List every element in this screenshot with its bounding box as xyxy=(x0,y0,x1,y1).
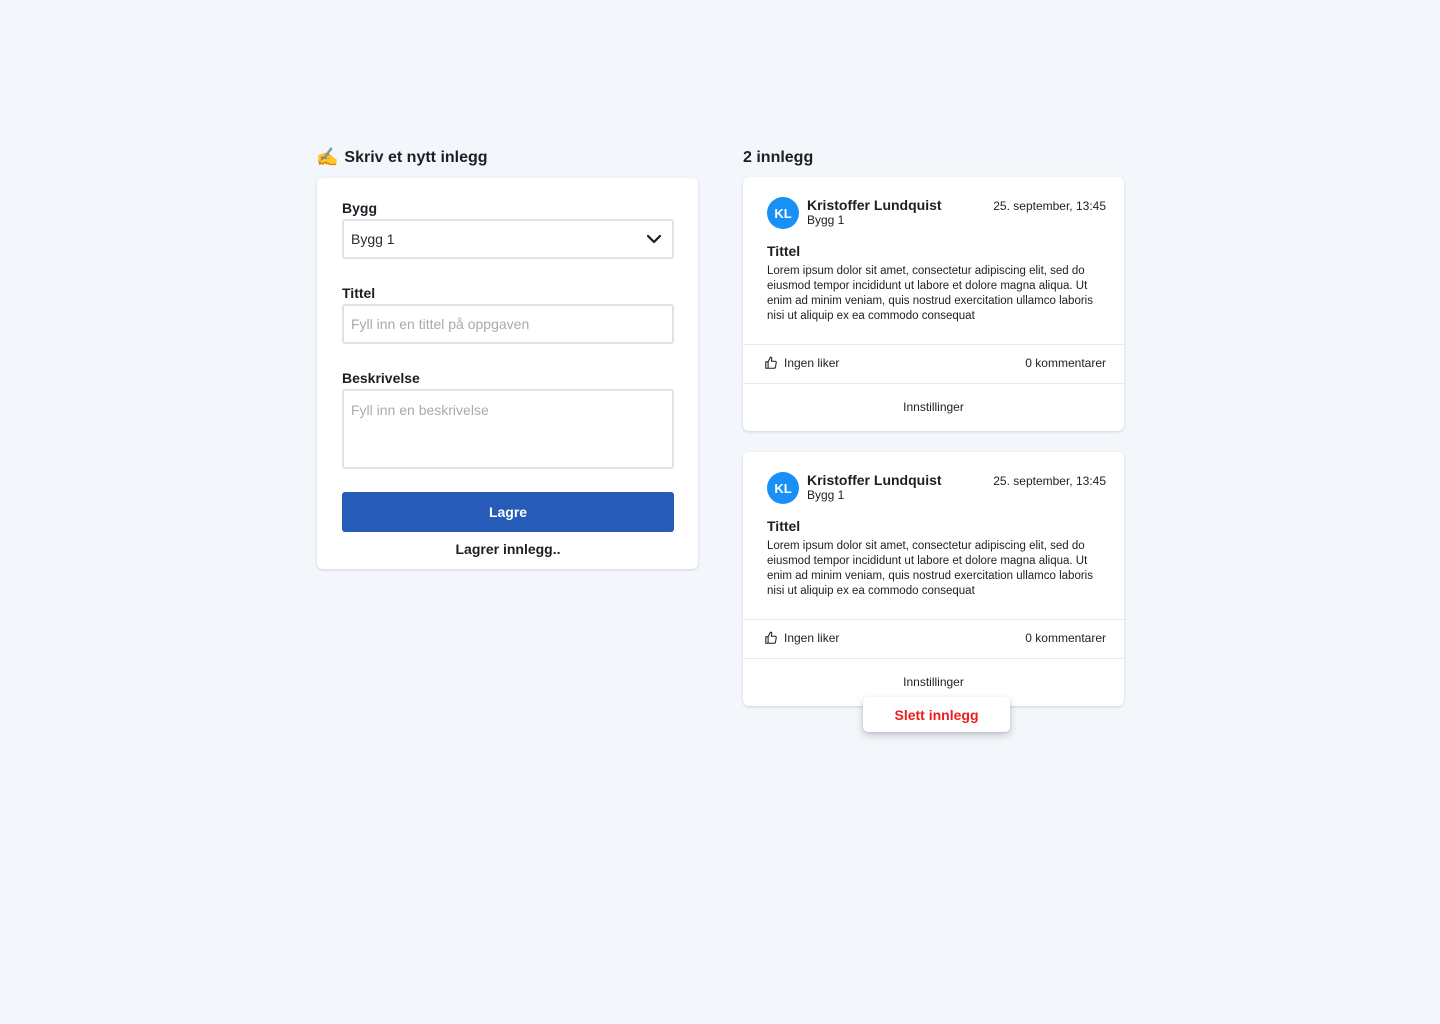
description-label: Beskrivelse xyxy=(342,370,420,386)
settings-button[interactable]: Innstillinger xyxy=(743,383,1124,431)
building-select-value: Bygg 1 xyxy=(351,231,395,247)
post-author: Kristoffer Lundquist xyxy=(807,197,942,213)
description-textarea[interactable] xyxy=(342,389,674,469)
like-button[interactable]: Ingen liker xyxy=(764,631,839,645)
post-author: Kristoffer Lundquist xyxy=(807,472,942,488)
title-input[interactable] xyxy=(342,304,674,344)
post-body: Lorem ipsum dolor sit amet, consectetur … xyxy=(767,540,1093,597)
chevron-down-icon xyxy=(646,234,662,244)
post-building: Bygg 1 xyxy=(807,213,845,227)
avatar: KL xyxy=(767,472,799,504)
title-label: Tittel xyxy=(342,285,376,301)
divider xyxy=(743,619,1124,620)
thumbs-up-icon xyxy=(765,631,777,644)
save-button[interactable]: Lagre xyxy=(342,492,674,532)
post-title: Tittel xyxy=(767,518,801,534)
building-select[interactable]: Bygg 1 xyxy=(342,219,674,259)
writing-hand-icon: ✍️ xyxy=(316,147,339,168)
form-heading: ✍️ Skriv et nytt inlegg xyxy=(316,149,488,167)
saving-status: Lagrer innlegg.. xyxy=(455,541,561,557)
feed-heading: 2 innlegg xyxy=(743,149,814,166)
thumbs-up-icon xyxy=(765,356,777,369)
post-settings-menu: Slett innlegg xyxy=(863,697,1010,732)
avatar: KL xyxy=(767,197,799,229)
post-body: Lorem ipsum dolor sit amet, consectetur … xyxy=(767,265,1093,322)
delete-post-menu-item[interactable]: Slett innlegg xyxy=(895,707,979,723)
like-button[interactable]: Ingen liker xyxy=(764,356,839,370)
post-building: Bygg 1 xyxy=(807,488,845,502)
divider xyxy=(743,344,1124,345)
post-date: 25. september, 13:45 xyxy=(993,474,1106,488)
likes-label: Ingen liker xyxy=(784,631,840,645)
post-card: KL Kristoffer Lundquist Bygg 1 25. septe… xyxy=(743,452,1124,706)
post-card: KL Kristoffer Lundquist Bygg 1 25. septe… xyxy=(743,177,1124,431)
comments-link[interactable]: 0 kommentarer xyxy=(1025,356,1106,370)
new-post-form: Bygg Bygg 1 Tittel Beskrivelse Lagre Lag… xyxy=(317,178,698,569)
form-heading-text: Skriv et nytt inlegg xyxy=(344,149,488,166)
post-date: 25. september, 13:45 xyxy=(993,199,1106,213)
comments-link[interactable]: 0 kommentarer xyxy=(1025,631,1106,645)
likes-label: Ingen liker xyxy=(784,356,840,370)
post-title: Tittel xyxy=(767,243,801,259)
building-label: Bygg xyxy=(342,200,377,216)
